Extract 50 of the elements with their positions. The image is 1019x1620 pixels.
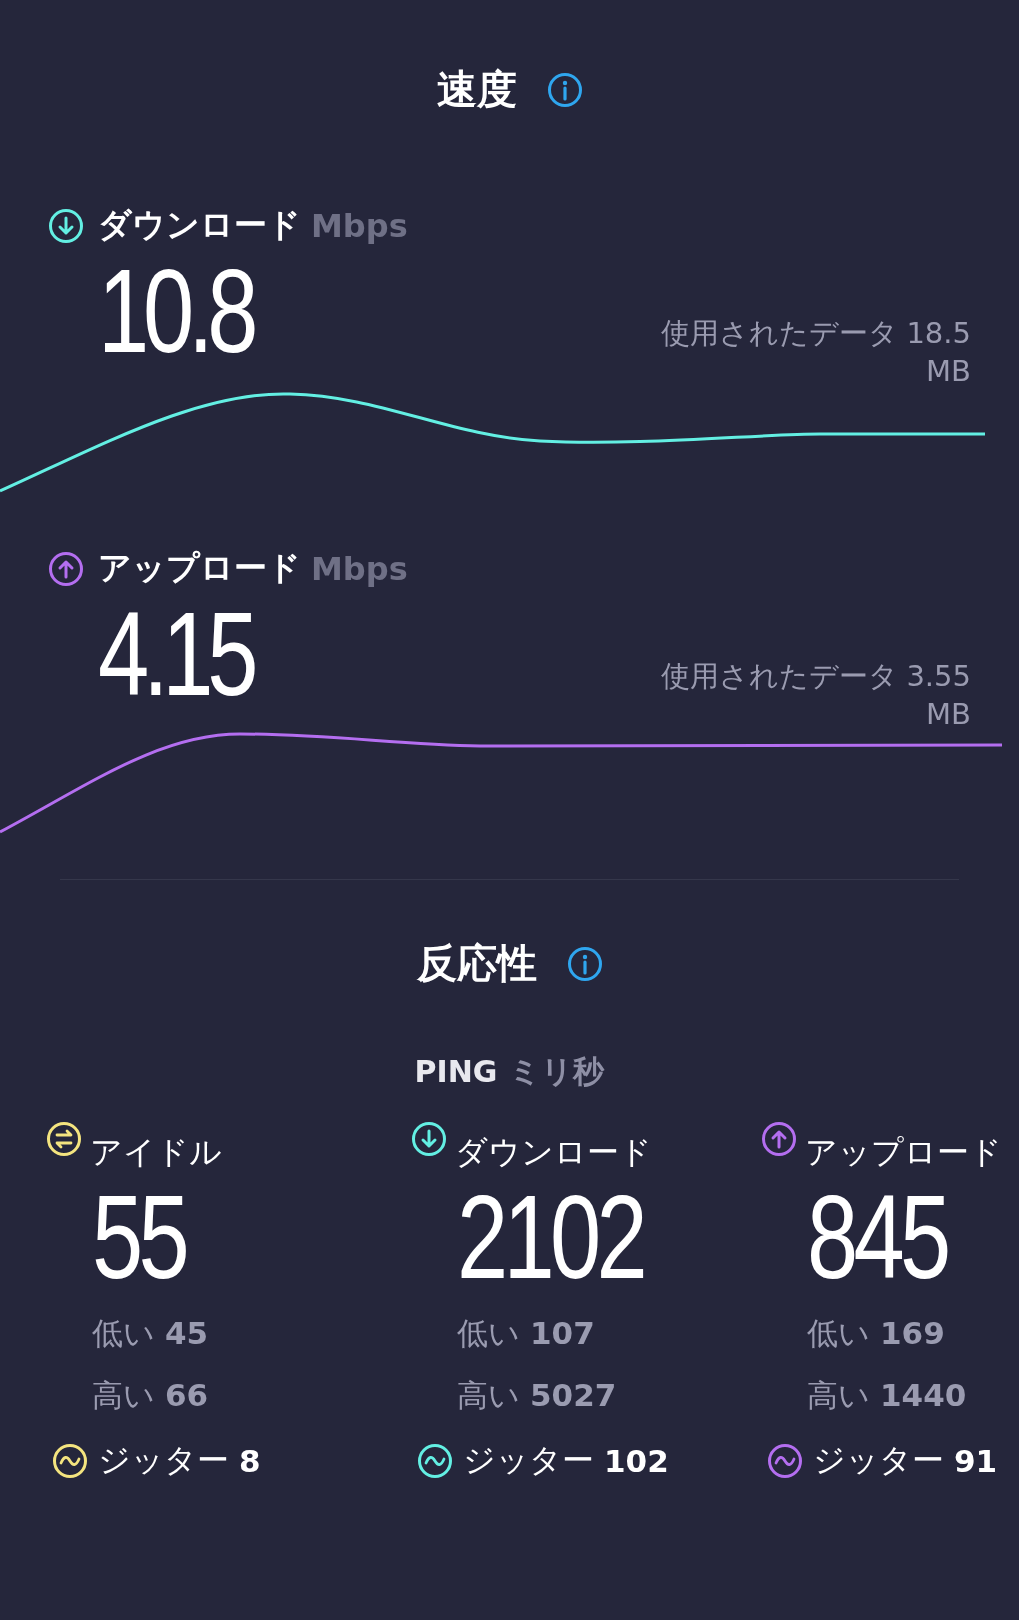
low-label: 低い <box>457 1314 520 1353</box>
ping-value: 845 <box>807 1181 947 1293</box>
test-label: アップロード <box>98 547 301 589</box>
speed-value: 4.15 <box>98 599 253 709</box>
download-icon <box>411 1121 447 1157</box>
jitter-value: 91 <box>954 1443 998 1479</box>
upload-icon <box>48 550 84 587</box>
data-used-value: 18.5 <box>906 316 971 350</box>
unit-label: Mbps <box>311 206 408 245</box>
arrows-icon <box>46 1121 82 1157</box>
info-icon[interactable] <box>566 945 603 982</box>
low-label: 低い <box>807 1314 870 1353</box>
test-label: ダウンロード <box>98 204 301 246</box>
low-label: 低い <box>92 1314 155 1353</box>
ping-label: PING <box>414 1054 498 1089</box>
wave-icon <box>52 1443 88 1479</box>
ping-type-label: ダウンロード <box>455 1132 652 1173</box>
section-title: 反応性 <box>416 939 537 988</box>
jitter-value: 102 <box>604 1443 669 1479</box>
ping-type-label: アイドル <box>90 1132 222 1173</box>
unit-label: Mbps <box>311 549 408 588</box>
low-value: 45 <box>165 1315 209 1351</box>
jitter-label: ジッター <box>813 1440 944 1481</box>
data-used-value: 3.55 <box>906 659 971 693</box>
data-used-unit: MB <box>926 697 971 731</box>
wave-icon <box>767 1443 803 1479</box>
speed-value: 10.8 <box>98 256 253 366</box>
jitter-label: ジッター <box>463 1440 594 1481</box>
low-value: 107 <box>530 1315 595 1351</box>
download-icon <box>48 207 84 244</box>
wave-icon <box>417 1443 453 1479</box>
ping-type-label: アップロード <box>805 1132 1002 1173</box>
high-label: 高い <box>457 1376 520 1415</box>
unit-label: ミリ秒 <box>509 1052 605 1091</box>
high-value: 5027 <box>530 1377 617 1413</box>
high-value: 66 <box>165 1377 209 1413</box>
jitter-label: ジッター <box>98 1440 229 1481</box>
info-icon[interactable] <box>546 71 583 108</box>
data-used-label: 使用されたデータ <box>661 658 899 695</box>
jitter-value: 8 <box>239 1443 261 1479</box>
high-label: 高い <box>807 1376 870 1415</box>
ping-value: 55 <box>92 1181 186 1293</box>
high-label: 高い <box>92 1376 155 1415</box>
upload-icon <box>761 1121 797 1157</box>
ping-value: 2102 <box>457 1181 644 1293</box>
high-value: 1440 <box>880 1377 967 1413</box>
data-used-unit: MB <box>926 354 971 388</box>
low-value: 169 <box>880 1315 945 1351</box>
data-used-label: 使用されたデータ <box>661 315 899 352</box>
section-title: 速度 <box>436 65 517 114</box>
